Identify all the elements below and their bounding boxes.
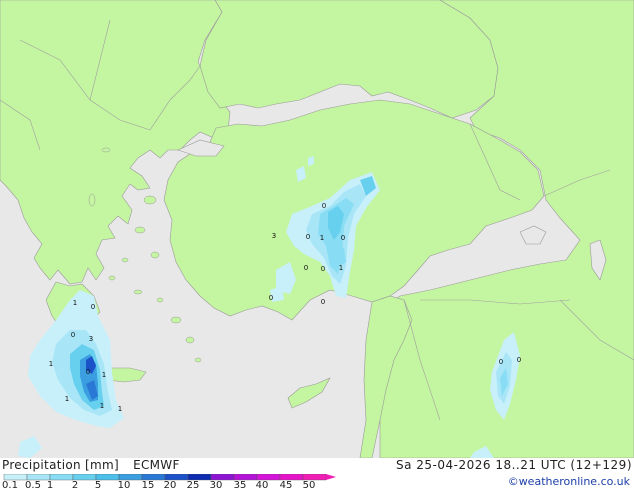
scale-arrow: [326, 474, 336, 480]
scale-label: 15: [141, 480, 155, 491]
precip-value-label: 3: [89, 335, 93, 343]
scale-label: 10: [117, 480, 131, 491]
credit-link[interactable]: ©weatheronline.co.uk: [508, 475, 630, 488]
precip-value-label: 0: [71, 331, 75, 339]
scale-label: 30: [209, 480, 223, 491]
precip-value-label: 1: [102, 371, 106, 379]
legend-title: Precipitation [mm] ECMWF: [2, 458, 180, 472]
precip-value-label: 0: [321, 265, 325, 273]
precip-value-label: 0: [86, 368, 90, 376]
precip-value-label: 1: [100, 402, 104, 410]
scale-label: 20: [163, 480, 177, 491]
scale-label: 5: [94, 480, 102, 491]
legend-title-text: Precipitation [mm]: [2, 458, 119, 472]
legend-model: ECMWF: [133, 458, 180, 472]
precip-value-label: 1: [339, 264, 343, 272]
precip-value-label: 0: [499, 358, 503, 366]
precip-value-label: 1: [320, 234, 324, 242]
precip-value-label: 1: [65, 395, 69, 403]
scale-label: 1: [46, 480, 54, 491]
precip-value-label: 0: [304, 264, 308, 272]
legend-timestamp: Sa 25-04-2026 18..21 UTC (12+129): [395, 458, 632, 472]
precip-value-label: 1: [118, 405, 122, 413]
scale-label: 40: [255, 480, 269, 491]
precipitation-map[interactable]: 1 0 0 3 1 1 0 1 1 1 0 0 1 0 0 0 1 3 0 0 0 0: [0, 0, 634, 458]
precip-value-label: 0: [306, 233, 310, 241]
scale-label: 0.1: [2, 480, 18, 491]
scale-label: 2: [71, 480, 79, 491]
precip-value-label: 0: [269, 294, 273, 302]
scale-swatch: [49, 474, 74, 481]
precip-value-label: 0: [91, 303, 95, 311]
scale-label: 0.5: [25, 480, 41, 491]
precip-value-label: 1: [73, 299, 77, 307]
precip-value-label: 0: [322, 202, 326, 210]
scale-label: 25: [186, 480, 200, 491]
legend-bar: Precipitation [mm] ECMWF Sa 25-04-2026 1…: [0, 458, 634, 491]
precip-value-label: 1: [49, 360, 53, 368]
scale-label: 45: [279, 480, 293, 491]
precip-value-label: 0: [341, 234, 345, 242]
scale-label: 50: [302, 480, 316, 491]
precip-value-label: 0: [517, 356, 521, 364]
precip-value-label: 3: [272, 232, 276, 240]
scale-label: 35: [233, 480, 247, 491]
map-canvas[interactable]: 1 0 0 3 1 1 0 1 1 1 0 0 1 0 0 0 1 3 0 0 0 0: [0, 0, 634, 458]
precip-value-label: 0: [321, 298, 325, 306]
